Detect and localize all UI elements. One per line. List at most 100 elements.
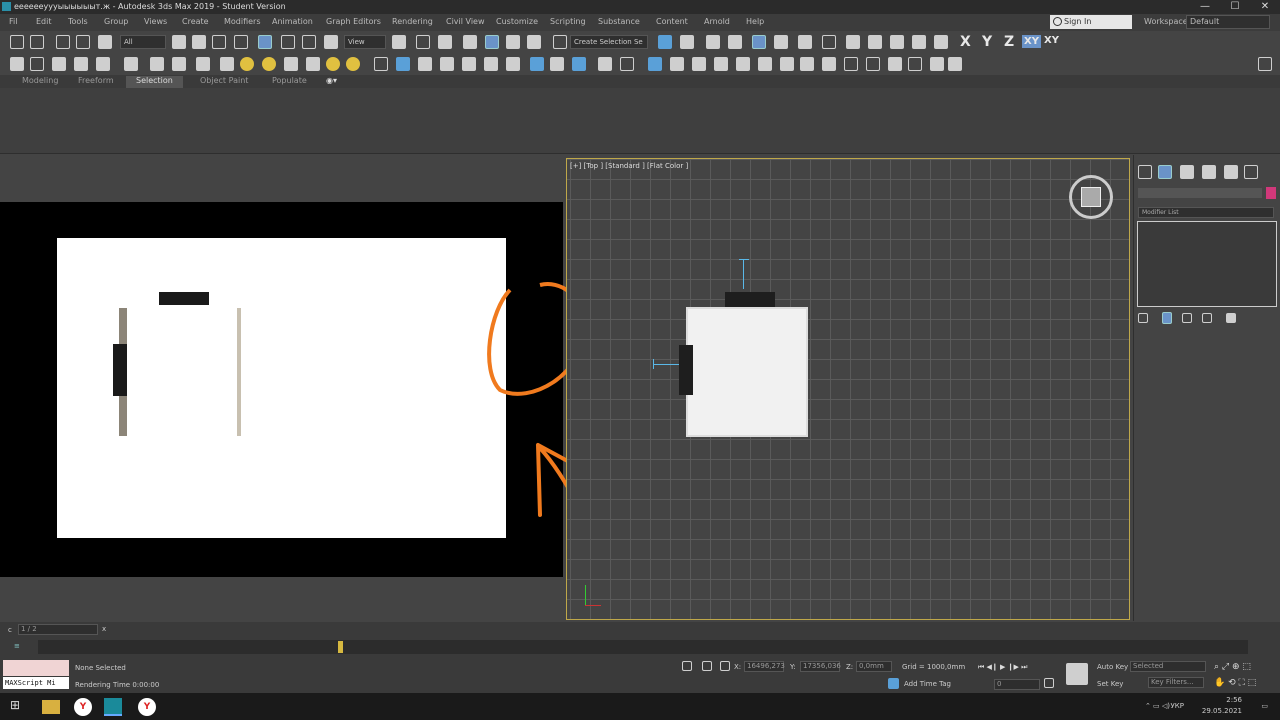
timeline-track[interactable]	[38, 640, 1248, 654]
help-icon[interactable]	[620, 57, 634, 71]
notifications-icon[interactable]: ▭	[1261, 702, 1268, 710]
spacing-icon[interactable]	[692, 57, 706, 71]
rotate-icon[interactable]	[281, 35, 295, 49]
curve-editor-icon[interactable]	[774, 35, 788, 49]
time-config-icon[interactable]	[1044, 678, 1054, 688]
viewcube-icon[interactable]	[1081, 187, 1101, 207]
torus-icon[interactable]	[284, 57, 298, 71]
yandex-taskbar-icon-2[interactable]: Y	[138, 698, 156, 716]
sky-icon[interactable]	[530, 57, 544, 71]
particle-flow-icon[interactable]	[572, 57, 586, 71]
wave-icon[interactable]	[440, 57, 454, 71]
camera-icon[interactable]	[52, 57, 66, 71]
lathe-icon[interactable]	[800, 57, 814, 71]
spinner-snap-icon[interactable]	[527, 35, 541, 49]
tab-object-paint[interactable]: Object Paint	[200, 76, 248, 85]
place-icon[interactable]	[324, 35, 338, 49]
minimize-button[interactable]: —	[1190, 0, 1220, 14]
display-tab-icon[interactable]	[1224, 165, 1238, 179]
ribbon-settings-icon[interactable]	[1258, 57, 1272, 71]
menu-animation[interactable]: Animation	[272, 17, 313, 26]
menu-civil-view[interactable]: Civil View	[446, 17, 485, 26]
link-icon[interactable]	[56, 35, 70, 49]
auto-key-button[interactable]: Auto Key	[1097, 663, 1128, 671]
windows-start-icon[interactable]: ⊞	[10, 698, 28, 716]
tab-populate[interactable]: Populate	[272, 76, 307, 85]
modifier-list-dropdown[interactable]: Modifier List	[1138, 207, 1274, 218]
compound-icon[interactable]	[172, 57, 186, 71]
object-name-field[interactable]	[1138, 188, 1262, 198]
set-key-button[interactable]: Set Key	[1097, 680, 1123, 688]
named-selection-sets-dropdown[interactable]: Create Selection Se	[570, 35, 648, 49]
systems-icon[interactable]	[124, 57, 138, 71]
window-icon[interactable]	[736, 57, 750, 71]
object-color-swatch[interactable]	[1266, 187, 1276, 199]
ngon-icon[interactable]	[888, 57, 902, 71]
foliage-icon[interactable]	[462, 57, 476, 71]
column-icon[interactable]	[780, 57, 794, 71]
menu-substance[interactable]: Substance	[598, 17, 640, 26]
remove-modifier-icon[interactable]	[1202, 313, 1212, 323]
menu-tools[interactable]: Tools	[68, 17, 88, 26]
restrict-x-button[interactable]: X	[960, 34, 971, 50]
menu-arnold[interactable]: Arnold	[704, 17, 730, 26]
menu-modifiers[interactable]: Modifiers	[224, 17, 261, 26]
menu-graph-editors[interactable]: Graph Editors	[326, 17, 381, 26]
select-by-name-icon[interactable]	[192, 35, 206, 49]
viewport-nav-controls-2[interactable]: ✋ ⟲ ⛶ ⬚	[1214, 678, 1256, 688]
door-icon[interactable]	[714, 57, 728, 71]
restrict-xy-cycle-button[interactable]: XY	[1044, 35, 1059, 46]
render-production-icon[interactable]	[890, 35, 904, 49]
pin-stack-icon[interactable]	[1138, 313, 1148, 323]
menu-customize[interactable]: Customize	[496, 17, 538, 26]
mirror-icon[interactable]	[658, 35, 672, 49]
yandex-browser-icon[interactable]: Y	[74, 698, 92, 716]
modify-tab-icon[interactable]	[1158, 165, 1172, 179]
layer-explorer-icon[interactable]	[728, 35, 742, 49]
tab-freeform[interactable]: Freeform	[78, 76, 114, 85]
ribbon-options-icon[interactable]: ◉▾	[326, 76, 337, 85]
teapot-icon[interactable]	[10, 57, 24, 71]
create-tab-icon[interactable]	[1138, 165, 1152, 179]
section-icon[interactable]	[844, 57, 858, 71]
selection-filter-dropdown[interactable]: All	[120, 35, 166, 49]
pivot-icon[interactable]	[392, 35, 406, 49]
absolute-mode-icon[interactable]	[720, 661, 730, 671]
scene-explorer-icon[interactable]	[706, 35, 720, 49]
unlink-icon[interactable]	[76, 35, 90, 49]
x-coordinate-field[interactable]: 16496,273	[744, 661, 785, 672]
select-manipulate-icon[interactable]	[416, 35, 430, 49]
menu-views[interactable]: Views	[144, 17, 167, 26]
ribbon-toggle-icon[interactable]	[752, 35, 766, 49]
tab-modeling[interactable]: Modeling	[22, 76, 58, 85]
text-shape-icon[interactable]	[822, 57, 836, 71]
menu-content[interactable]: Content	[656, 17, 688, 26]
frame-counter[interactable]: 1 / 2	[18, 624, 98, 635]
listener-prefix[interactable]: c	[8, 626, 12, 634]
render-iterative-icon[interactable]	[912, 35, 926, 49]
cone-icon[interactable]	[306, 57, 320, 71]
maxscript-input[interactable]	[3, 660, 69, 676]
window-crossing-icon[interactable]	[234, 35, 248, 49]
helper-icon[interactable]	[96, 57, 110, 71]
utilities-tab-icon[interactable]	[1244, 165, 1258, 179]
spacewarp-icon[interactable]	[150, 57, 164, 71]
workspace-dropdown[interactable]: Default	[1186, 15, 1270, 29]
current-frame-field[interactable]: 0	[994, 679, 1040, 690]
tube-icon[interactable]	[346, 57, 360, 71]
sphere-icon[interactable]	[262, 57, 276, 71]
set-keys-icon[interactable]	[1066, 663, 1088, 685]
render-cloud-icon[interactable]	[934, 35, 948, 49]
hierarchy-tab-icon[interactable]	[1180, 165, 1194, 179]
y-coordinate-field[interactable]: 17356,036	[800, 661, 841, 672]
add-time-tag-button[interactable]: Add Time Tag	[904, 680, 951, 688]
file-explorer-icon[interactable]	[42, 700, 60, 714]
maximize-button[interactable]: ☐	[1220, 0, 1250, 14]
railing-icon[interactable]	[484, 57, 498, 71]
menu-rendering[interactable]: Rendering	[392, 17, 433, 26]
redo-icon[interactable]	[30, 35, 44, 49]
close-button[interactable]: ✕	[1250, 0, 1280, 14]
keyboard-shortcut-icon[interactable]	[438, 35, 452, 49]
pin-icon[interactable]	[648, 57, 662, 71]
time-tag-icon[interactable]	[888, 678, 899, 689]
